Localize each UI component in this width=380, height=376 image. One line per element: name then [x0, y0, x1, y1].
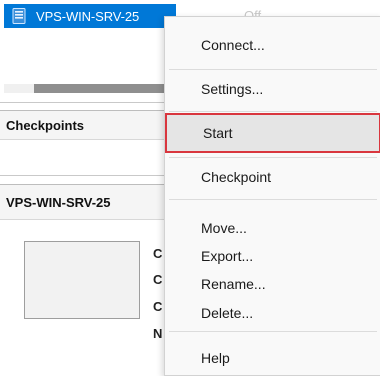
scrollbar-thumb[interactable] [34, 84, 176, 93]
detail-field-label: C [153, 272, 163, 287]
menu-separator [169, 69, 377, 70]
horizontal-scrollbar[interactable] [4, 84, 176, 93]
detail-field-label: C [153, 246, 163, 261]
checkpoints-header: Checkpoints [0, 110, 176, 140]
vm-preview-thumbnail [24, 241, 140, 319]
detail-field-label: C [153, 299, 163, 314]
vm-row-selected[interactable]: VPS-WIN-SRV-25 [4, 4, 176, 28]
vm-detail-header: VPS-WIN-SRV-25 [0, 184, 176, 220]
menu-item-delete[interactable]: Delete... [165, 296, 380, 330]
menu-separator [169, 331, 377, 332]
menu-item-settings[interactable]: Settings... [165, 72, 380, 106]
pane-divider [0, 102, 176, 103]
vm-name: VPS-WIN-SRV-25 [36, 8, 140, 24]
virtual-machine-icon [12, 8, 26, 24]
menu-item-checkpoint[interactable]: Checkpoint [165, 160, 380, 194]
detail-field-label: N [153, 326, 163, 341]
checkpoints-pane [0, 140, 176, 176]
virtual-machine-list: VPS-WIN-SRV-25 Off [0, 0, 261, 100]
menu-item-start[interactable]: Start [165, 113, 380, 153]
menu-item-connect[interactable]: Connect... [165, 28, 380, 62]
menu-separator [169, 111, 377, 112]
menu-item-help[interactable]: Help [165, 341, 380, 375]
vm-context-menu: Connect... Settings... Start Checkpoint … [164, 16, 380, 376]
menu-separator [169, 157, 377, 158]
menu-separator [169, 199, 377, 200]
